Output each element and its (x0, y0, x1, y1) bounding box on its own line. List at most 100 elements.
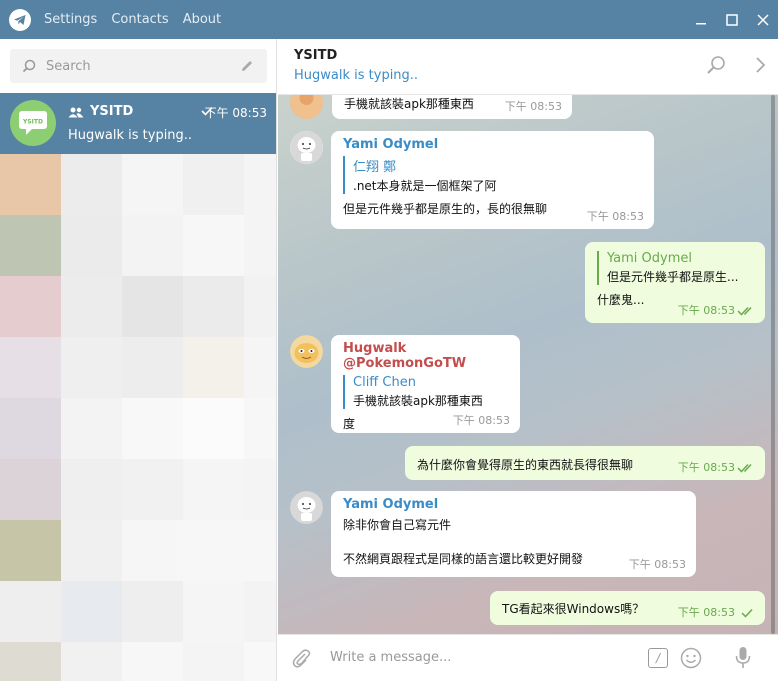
blurred-cell (244, 215, 276, 276)
maximize-icon[interactable] (716, 0, 747, 39)
blurred-cell (183, 520, 244, 581)
message-time: 下午 08:53 (586, 210, 644, 223)
compose-pencil-icon[interactable] (239, 58, 255, 74)
blurred-cell (122, 337, 183, 398)
blurred-cell (61, 520, 122, 581)
emoji-icon[interactable] (680, 647, 702, 669)
blurred-cell (0, 154, 61, 215)
menu-about[interactable]: About (183, 12, 221, 27)
check-icon (741, 608, 753, 618)
message-text: 不然網頁跟程式是同樣的語言還比較更好開發 (343, 552, 584, 566)
menu-settings[interactable]: Settings (44, 12, 97, 27)
microphone-icon[interactable] (734, 646, 752, 670)
blurred-cell (61, 154, 122, 215)
quote-text: .net本身就是一個框架了阿 (353, 179, 497, 193)
avatar: YSITD (10, 100, 56, 146)
blurred-cell (122, 459, 183, 520)
search-placeholder: Search (46, 58, 91, 74)
double-check-icon (737, 463, 752, 473)
message-history: 手機就該裝apk那種東西 下午 08:53 Yami Odymel 仁翔 鄭 .… (278, 95, 778, 634)
blurred-cell (183, 154, 244, 215)
message-input[interactable]: Write a message... (330, 650, 451, 665)
reply-quote[interactable]: Yami Odymel 但是元件幾乎都是原生... (597, 251, 753, 285)
blurred-cell (244, 398, 276, 459)
blurred-cell (244, 642, 276, 681)
search-icon[interactable] (706, 55, 726, 75)
message-bubble: 手機就該裝apk那種東西 下午 08:53 (332, 95, 572, 119)
reply-quote[interactable]: 仁翔 鄭 .net本身就是一個框架了阿 (343, 156, 642, 194)
blurred-cell (61, 337, 122, 398)
blurred-cell (183, 398, 244, 459)
message-bubble: Hugwalk @PokemonGoTW Cliff Chen 手機就該裝apk… (331, 335, 520, 433)
close-icon[interactable] (747, 0, 778, 39)
window-controls (685, 0, 778, 39)
blurred-cell (122, 215, 183, 276)
chat-list-item-ysitd[interactable]: YSITD YSITD 下午 08:53 Hugwalk is typing.. (0, 93, 276, 154)
blurred-cell (0, 642, 61, 681)
message-author[interactable]: Hugwalk @PokemonGoTW (343, 341, 508, 371)
blurred-cell (122, 520, 183, 581)
chat-title[interactable]: YSITD (294, 48, 337, 63)
paperclip-icon[interactable] (290, 647, 312, 669)
message-time: 下午 08:53 (452, 414, 510, 427)
blurred-cell (61, 581, 122, 642)
scrollbar[interactable] (771, 95, 775, 634)
blurred-cell (61, 398, 122, 459)
message-text: TG看起來很Windows嗎？ (502, 602, 645, 616)
message-bubble: 為什麼你會覺得原生的東西就長得很無聊 下午 08:53 (405, 446, 765, 480)
avatar (290, 95, 323, 119)
blurred-cell (122, 398, 183, 459)
message-bubble: Yami Odymel 除非你會自己寫元件 不然網頁跟程式是同樣的語言還比較更好… (331, 491, 696, 577)
blurred-cell (61, 459, 122, 520)
blurred-cell (0, 337, 61, 398)
blurred-cell (183, 337, 244, 398)
blurred-cell (244, 337, 276, 398)
message-bubble: Yami Odymel 仁翔 鄭 .net本身就是一個框架了阿 但是元件幾乎都是… (331, 131, 654, 229)
blurred-cell (183, 642, 244, 681)
blurred-cell (122, 276, 183, 337)
blurred-cell (122, 642, 183, 681)
avatar-logo-text: YSITD (22, 119, 43, 126)
blurred-cell (0, 398, 61, 459)
message-author[interactable]: Yami Odymel (343, 497, 684, 512)
chevron-right-icon[interactable] (754, 55, 766, 75)
message-text: 除非你會自己寫元件 (343, 518, 452, 532)
blurred-cell (122, 581, 183, 642)
blurred-cell (0, 276, 61, 337)
bot-command-icon[interactable]: / (648, 648, 668, 668)
message-time: 下午 08:53 (628, 558, 686, 571)
blurred-cell (0, 215, 61, 276)
blurred-cell (61, 642, 122, 681)
telegram-logo-icon (9, 8, 31, 31)
title-bar: Settings Contacts About (0, 0, 778, 39)
quote-author: Cliff Chen (353, 375, 416, 390)
blurred-cell (183, 581, 244, 642)
blurred-cell (0, 459, 61, 520)
chat-preview: Hugwalk is typing.. (68, 128, 193, 143)
group-icon (68, 107, 84, 118)
blurred-cell (244, 276, 276, 337)
blurred-cell (61, 215, 122, 276)
typing-status: Hugwalk is typing.. (294, 68, 419, 83)
minimize-icon[interactable] (685, 0, 716, 39)
message-text: 為什麼你會覺得原生的東西就長得很無聊 (417, 458, 634, 472)
double-check-icon (737, 306, 752, 316)
quote-text: 手機就該裝apk那種東西 (353, 394, 483, 408)
message-time: 下午 08:53 (677, 461, 735, 474)
blurred-cell (244, 520, 276, 581)
reply-quote[interactable]: Cliff Chen 手機就該裝apk那種東西 (343, 375, 508, 409)
menu-contacts[interactable]: Contacts (111, 12, 168, 27)
quote-author: Yami Odymel (607, 251, 692, 266)
message-bubble: Yami Odymel 但是元件幾乎都是原生... 什麼鬼... 下午 08:5… (585, 242, 765, 323)
blurred-cell (183, 459, 244, 520)
message-time: 下午 08:53 (677, 606, 735, 619)
blurred-cell (244, 581, 276, 642)
blurred-cell (122, 154, 183, 215)
search-input[interactable]: Search (10, 49, 267, 83)
blurred-cell (183, 276, 244, 337)
message-composer: Write a message... / (278, 634, 778, 681)
avatar (290, 131, 323, 164)
chat-header: YSITD Hugwalk is typing.. (278, 39, 778, 95)
blurred-cell (0, 520, 61, 581)
message-author[interactable]: Yami Odymel (343, 137, 642, 152)
